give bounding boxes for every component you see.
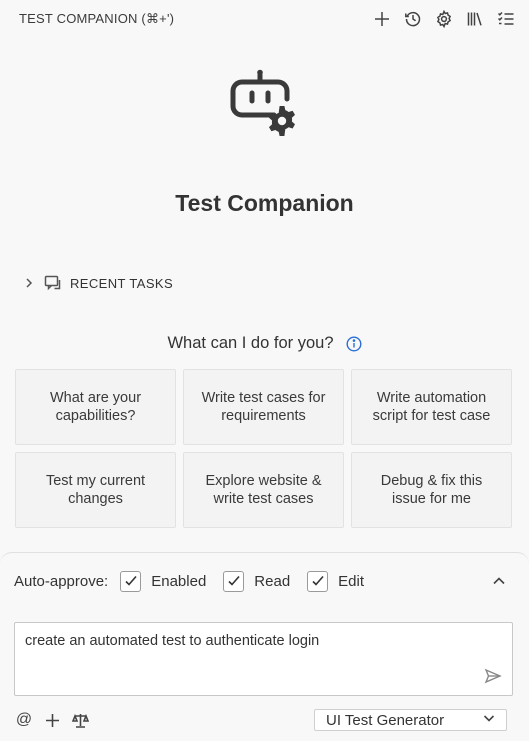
enabled-checkbox[interactable]: Enabled (120, 570, 207, 592)
suggestion-card[interactable]: Test my current changes (15, 452, 176, 528)
panel-header: TEST COMPANION (⌘+') (0, 0, 529, 38)
input-footer: @ UI Test Generator (14, 708, 514, 732)
section-divider (0, 552, 529, 564)
read-label: Read (254, 572, 291, 590)
chat-history-icon (44, 274, 62, 292)
recent-tasks-toggle[interactable]: RECENT TASKS (22, 272, 173, 294)
suggestion-card[interactable]: Write test cases for requirements (183, 369, 344, 445)
robot-gear-icon (228, 66, 300, 138)
suggestion-card[interactable]: Write automation script for test case (351, 369, 512, 445)
chat-input-text: create an automated test to authenticate… (25, 633, 320, 649)
chevron-up-icon[interactable] (490, 572, 508, 590)
question-text: What can I do for you? (167, 334, 334, 352)
send-icon[interactable] (484, 667, 502, 685)
read-checkbox[interactable]: Read (223, 570, 291, 592)
suggestion-card[interactable]: Debug & fix this issue for me (351, 452, 512, 528)
history-icon[interactable] (402, 8, 424, 30)
suggestion-card[interactable]: Explore website & write test cases (183, 452, 344, 528)
library-icon[interactable] (464, 8, 486, 30)
auto-approve-label: Auto-approve: (14, 572, 109, 590)
chevron-right-icon (22, 276, 36, 290)
enabled-label: Enabled (151, 572, 207, 590)
checkmark-icon (223, 570, 245, 592)
scale-icon[interactable] (70, 710, 90, 730)
gear-icon[interactable] (433, 8, 455, 30)
recent-tasks-label: RECENT TASKS (70, 275, 174, 291)
mention-icon[interactable]: @ (14, 710, 34, 730)
suggestion-card[interactable]: What are your capabilities? (15, 369, 176, 445)
checkmark-icon (307, 570, 329, 592)
add-context-icon[interactable] (42, 710, 62, 730)
chat-input[interactable]: create an automated test to authenticate… (14, 622, 513, 696)
panel-title: TEST COMPANION (⌘+') (19, 11, 175, 26)
checklist-icon[interactable] (495, 8, 517, 30)
chevron-down-icon (482, 711, 496, 729)
prompt-question: What can I do for you? (0, 334, 529, 353)
header-actions (371, 8, 517, 30)
checkmark-icon (120, 570, 142, 592)
mode-select-value: UI Test Generator (326, 711, 445, 729)
plus-icon[interactable] (371, 8, 393, 30)
edit-label: Edit (338, 572, 365, 590)
app-title: Test Companion (175, 190, 354, 216)
edit-checkbox[interactable]: Edit (307, 570, 365, 592)
info-icon[interactable] (345, 335, 362, 352)
mode-select[interactable]: UI Test Generator (314, 709, 507, 731)
suggestion-grid: What are your capabilities? Write test c… (15, 369, 512, 528)
auto-approve-bar: Auto-approve: Enabled Read Edit (14, 568, 514, 594)
